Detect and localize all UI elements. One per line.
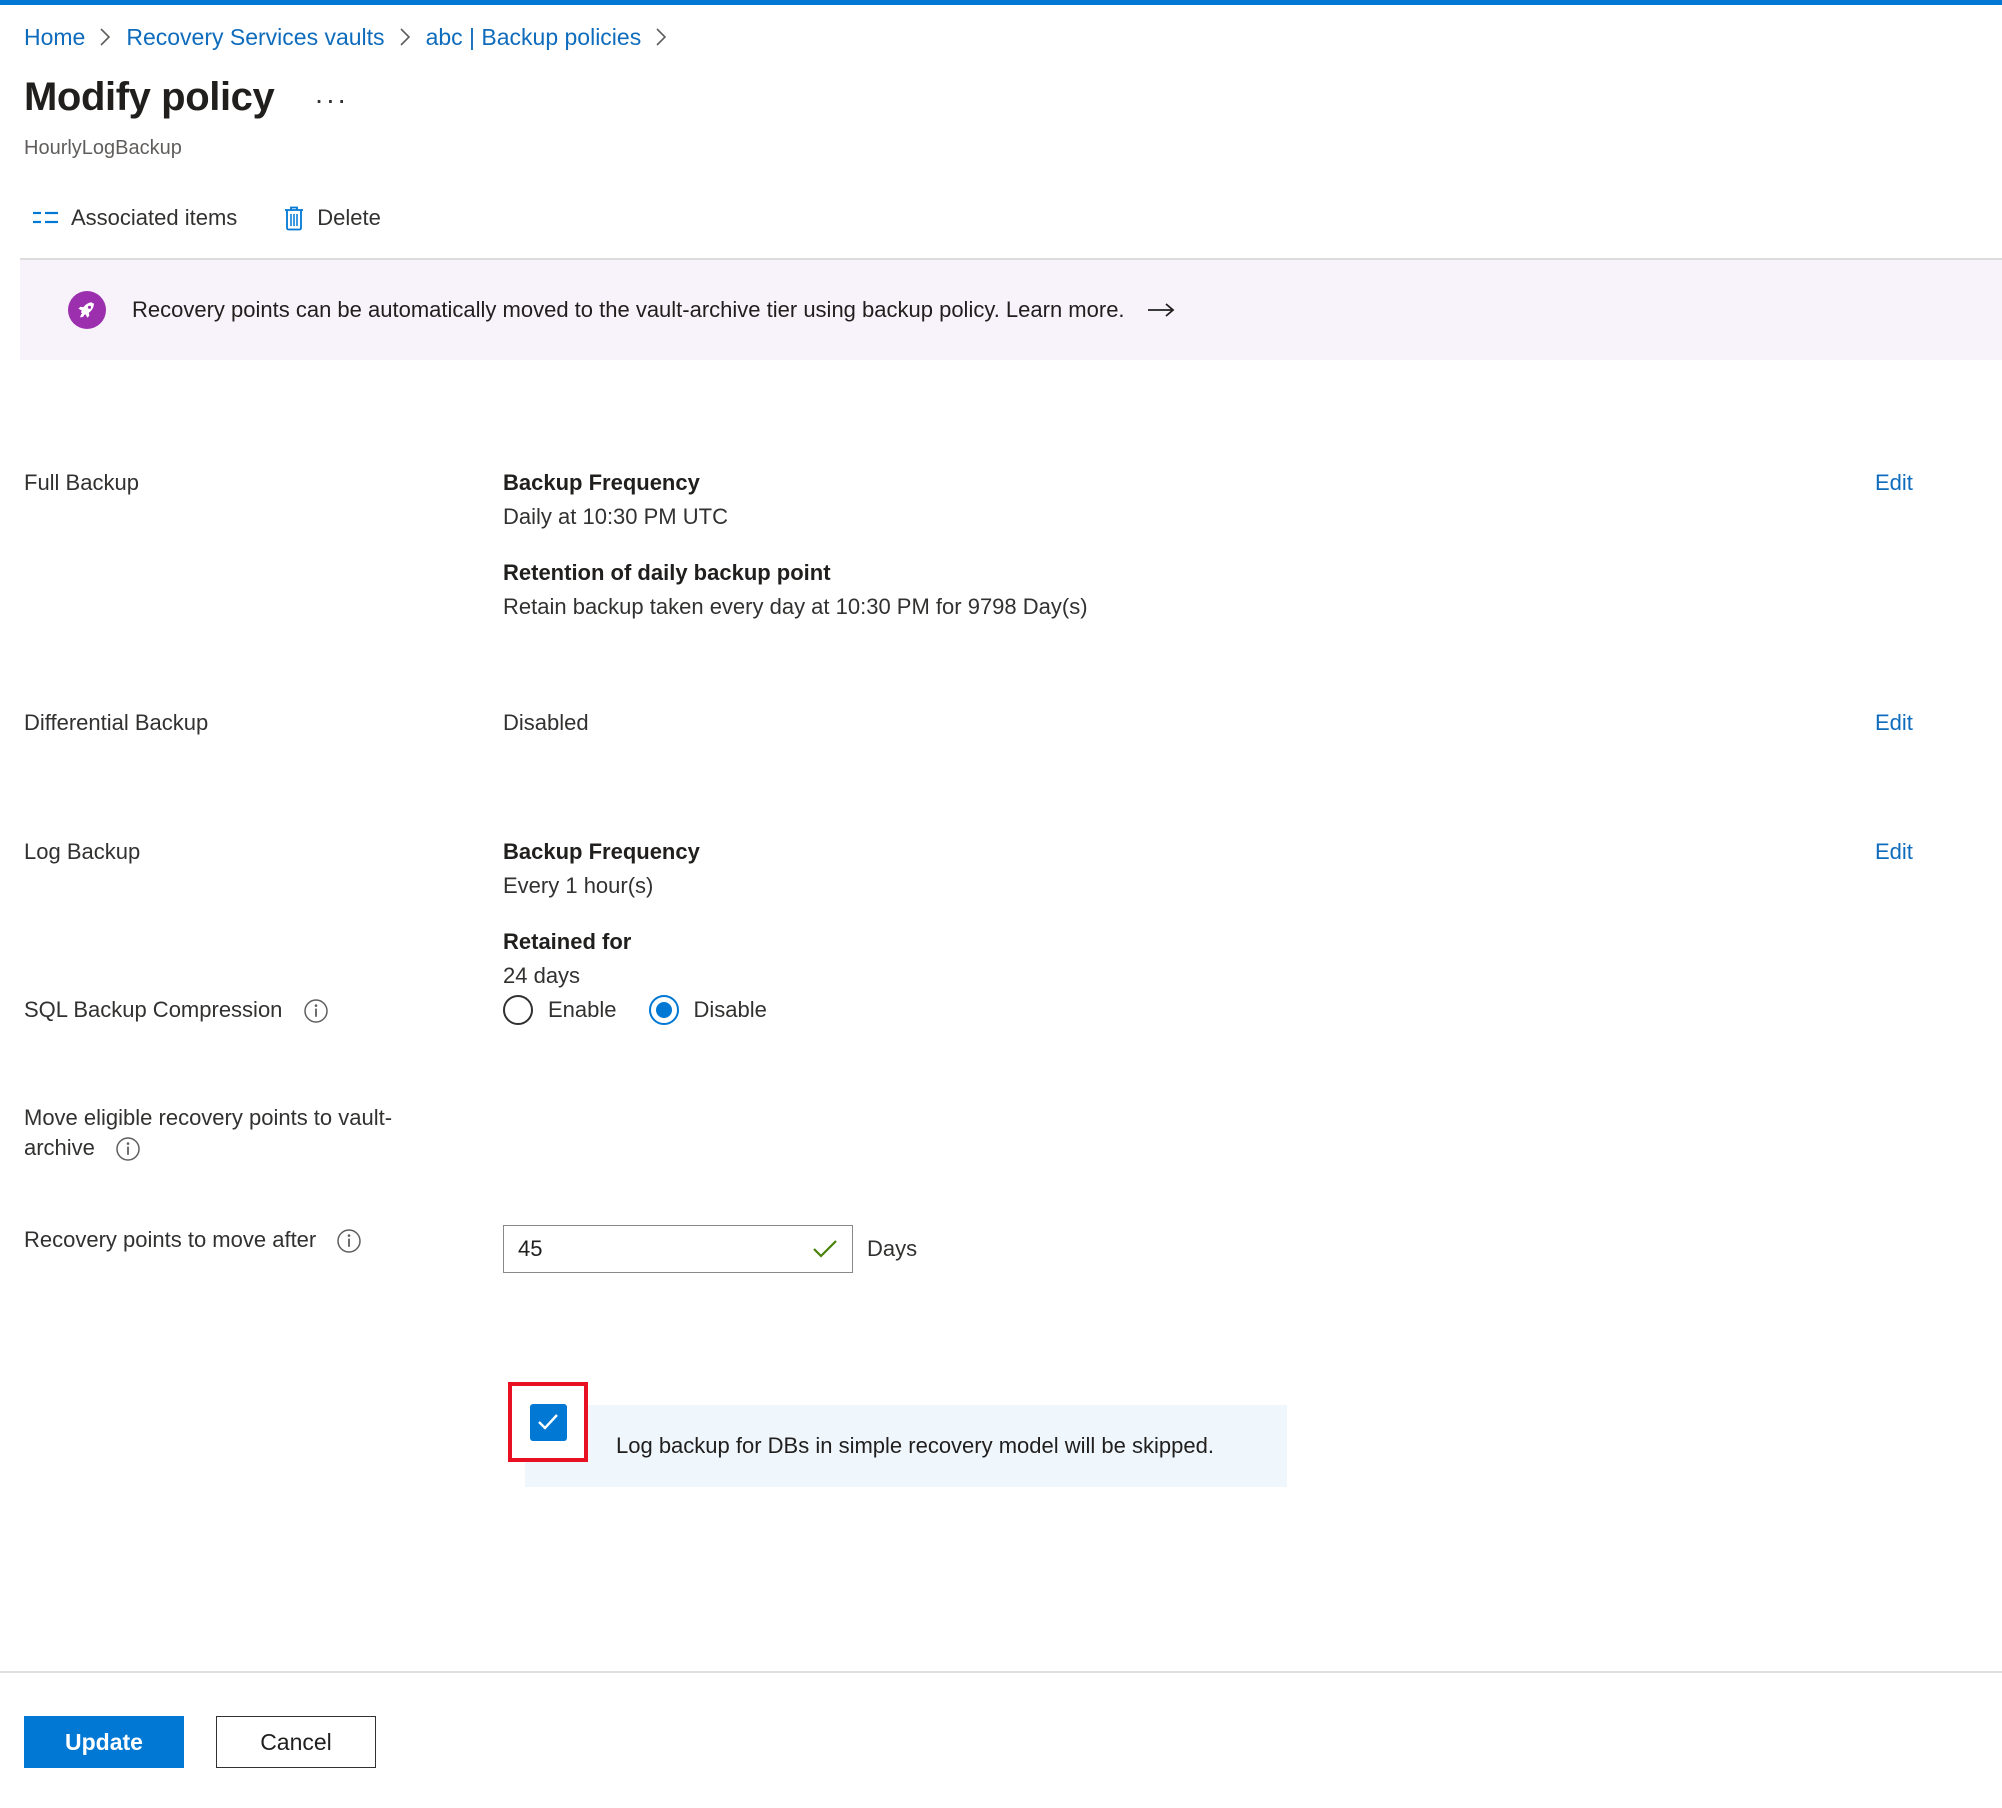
row-recovery-points-move-after: Recovery points to move after 45 Days (0, 1225, 2002, 1273)
footer-actions: Update Cancel (24, 1716, 376, 1768)
associated-items-label: Associated items (71, 205, 238, 230)
radio-option-disable[interactable]: Disable (648, 995, 767, 1025)
row-edit-cell: Edit (1802, 468, 2002, 498)
row-body: Days (500, 1225, 2002, 1273)
page-title: Modify policy (24, 75, 275, 119)
log-backup-retained-value: 24 days (503, 963, 581, 988)
row-label: Full Backup (24, 470, 139, 495)
full-backup-retention-heading: Retention of daily backup point (503, 560, 831, 585)
differential-backup-value: Disabled (503, 710, 589, 735)
full-backup-retention-value: Retain backup taken every day at 10:30 P… (503, 594, 1088, 619)
vault-archive-checkbox[interactable] (529, 1403, 567, 1441)
edit-differential-backup-link[interactable]: Edit (1875, 710, 1913, 735)
chevron-right-icon (399, 27, 412, 47)
sql-compression-label: SQL Backup Compression (24, 997, 283, 1022)
more-options-icon[interactable]: ··· (314, 84, 348, 114)
row-differential-backup: Differential Backup Disabled Edit (0, 708, 2002, 738)
radio-option-enable[interactable]: Enable (503, 995, 617, 1025)
move-after-unit-label: Days (867, 1236, 918, 1261)
sql-compression-radio-group: Enable Disable (503, 995, 1802, 1025)
log-backup-frequency-heading: Backup Frequency (503, 839, 700, 864)
chevron-right-icon (655, 27, 668, 47)
row-body: Backup Frequency Every 1 hour(s) Retaine… (500, 837, 1802, 991)
row-body: Disabled (500, 708, 1802, 738)
vault-archive-banner: Recovery points can be automatically mov… (20, 258, 2002, 360)
row-label: Recovery points to move after (0, 1225, 500, 1255)
breadcrumb: Home Recovery Services vaults abc | Back… (24, 22, 682, 52)
move-after-label: Recovery points to move after (24, 1227, 317, 1252)
full-backup-frequency-heading: Backup Frequency (503, 470, 700, 495)
row-label: Differential Backup (24, 710, 209, 735)
vault-archive-checkbox-highlight (508, 1382, 588, 1462)
move-after-input-container[interactable] (503, 1225, 853, 1273)
rocket-icon (68, 291, 106, 329)
info-circle-icon[interactable] (303, 998, 329, 1024)
arrow-right-icon[interactable] (1147, 300, 1177, 320)
row-body: Backup Frequency Daily at 10:30 PM UTC R… (500, 468, 1802, 622)
row-body: Enable Disable (500, 995, 1802, 1025)
chevron-right-icon (99, 27, 112, 47)
move-after-field-wrap: Days (503, 1225, 2002, 1273)
breadcrumb-item-recovery-services-vaults[interactable]: Recovery Services vaults (126, 22, 384, 52)
row-move-to-vault-archive: Move eligible recovery points to vault-a… (0, 1103, 2002, 1163)
row-label: Move eligible recovery points to vault-a… (0, 1103, 400, 1163)
row-log-backup: Log Backup Backup Frequency Every 1 hour… (0, 837, 2002, 991)
page-title-row: Modify policy ··· (24, 72, 348, 122)
full-backup-frequency-value: Daily at 10:30 PM UTC (503, 504, 728, 529)
row-edit-cell: Edit (1802, 708, 2002, 738)
log-backup-retained-heading: Retained for (503, 929, 632, 954)
row-label: Log Backup (24, 839, 141, 864)
list-icon (32, 208, 59, 228)
info-circle-icon[interactable] (336, 1228, 362, 1254)
edit-log-backup-link[interactable]: Edit (1875, 839, 1913, 864)
radio-label-enable: Enable (548, 997, 617, 1022)
move-to-vault-archive-label: Move eligible recovery points to vault-a… (24, 1105, 393, 1160)
log-backup-frequency-value: Every 1 hour(s) (503, 873, 654, 898)
associated-items-button[interactable]: Associated items (24, 198, 245, 238)
radio-mark-selected (648, 995, 679, 1025)
cancel-button[interactable]: Cancel (216, 1716, 376, 1768)
row-full-backup: Full Backup Backup Frequency Daily at 10… (0, 468, 2002, 622)
delete-button[interactable]: Delete (275, 198, 389, 238)
footer-divider (0, 1671, 2002, 1673)
row-edit-cell: Edit (1802, 837, 2002, 867)
edit-full-backup-link[interactable]: Edit (1875, 470, 1913, 495)
banner-text: Recovery points can be automatically mov… (132, 297, 1125, 322)
radio-mark (503, 995, 533, 1025)
policy-settings-list: Snapshot Copy Only Full Backup Disabled … (0, 350, 2002, 1670)
move-after-input[interactable] (518, 1236, 812, 1262)
row-sql-backup-compression: SQL Backup Compression Enable Disable (0, 995, 2002, 1025)
valid-check-icon (812, 1238, 838, 1260)
radio-label-disable: Disable (693, 997, 767, 1022)
update-button[interactable]: Update (24, 1716, 184, 1768)
breadcrumb-item-home[interactable]: Home (24, 22, 85, 52)
row-label: SQL Backup Compression (0, 995, 500, 1025)
page-subtitle: HourlyLogBackup (24, 137, 182, 159)
breadcrumb-item-abc-backup-policies[interactable]: abc | Backup policies (426, 22, 642, 52)
trash-icon (283, 205, 305, 231)
log-backup-info-callout: Log backup for DBs in simple recovery mo… (525, 1405, 1287, 1487)
top-accent-bar (0, 0, 2002, 5)
log-backup-info-text: Log backup for DBs in simple recovery mo… (616, 1433, 1214, 1458)
info-circle-icon[interactable] (115, 1136, 141, 1162)
delete-label: Delete (317, 205, 381, 230)
command-bar: Associated items Delete (24, 198, 389, 238)
